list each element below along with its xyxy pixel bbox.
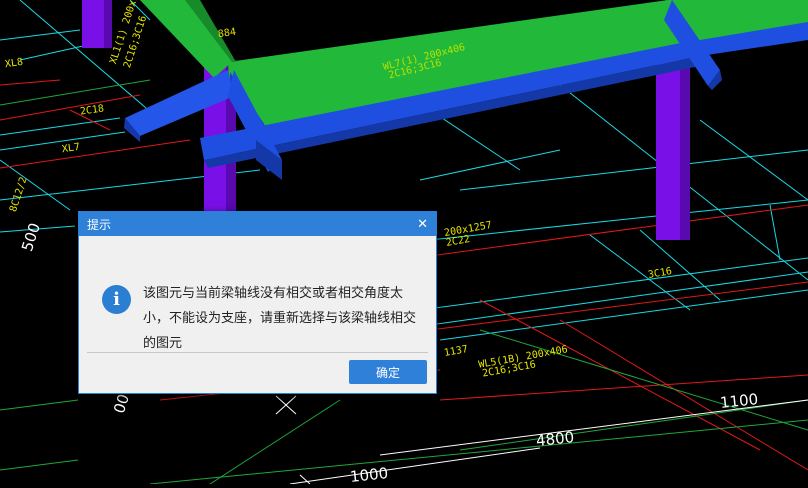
dialog-titlebar[interactable]: 提示 ✕ bbox=[79, 212, 436, 236]
prompt-dialog: 提示 ✕ i 该图元与当前梁轴线没有相交或者相交角度太小，不能设为支座，请重新选… bbox=[78, 211, 437, 394]
ok-button[interactable]: 确定 bbox=[349, 360, 427, 384]
dialog-title: 提示 bbox=[87, 217, 112, 232]
dialog-body: i 该图元与当前梁轴线没有相交或者相交角度太小，不能设为支座，请重新选择与该梁轴… bbox=[79, 236, 436, 352]
info-icon: i bbox=[102, 285, 131, 314]
dialog-message: 该图元与当前梁轴线没有相交或者相交角度太小，不能设为支座，请重新选择与该梁轴线相… bbox=[143, 286, 417, 351]
dialog-separator bbox=[87, 352, 428, 353]
close-icon[interactable]: ✕ bbox=[417, 218, 428, 231]
